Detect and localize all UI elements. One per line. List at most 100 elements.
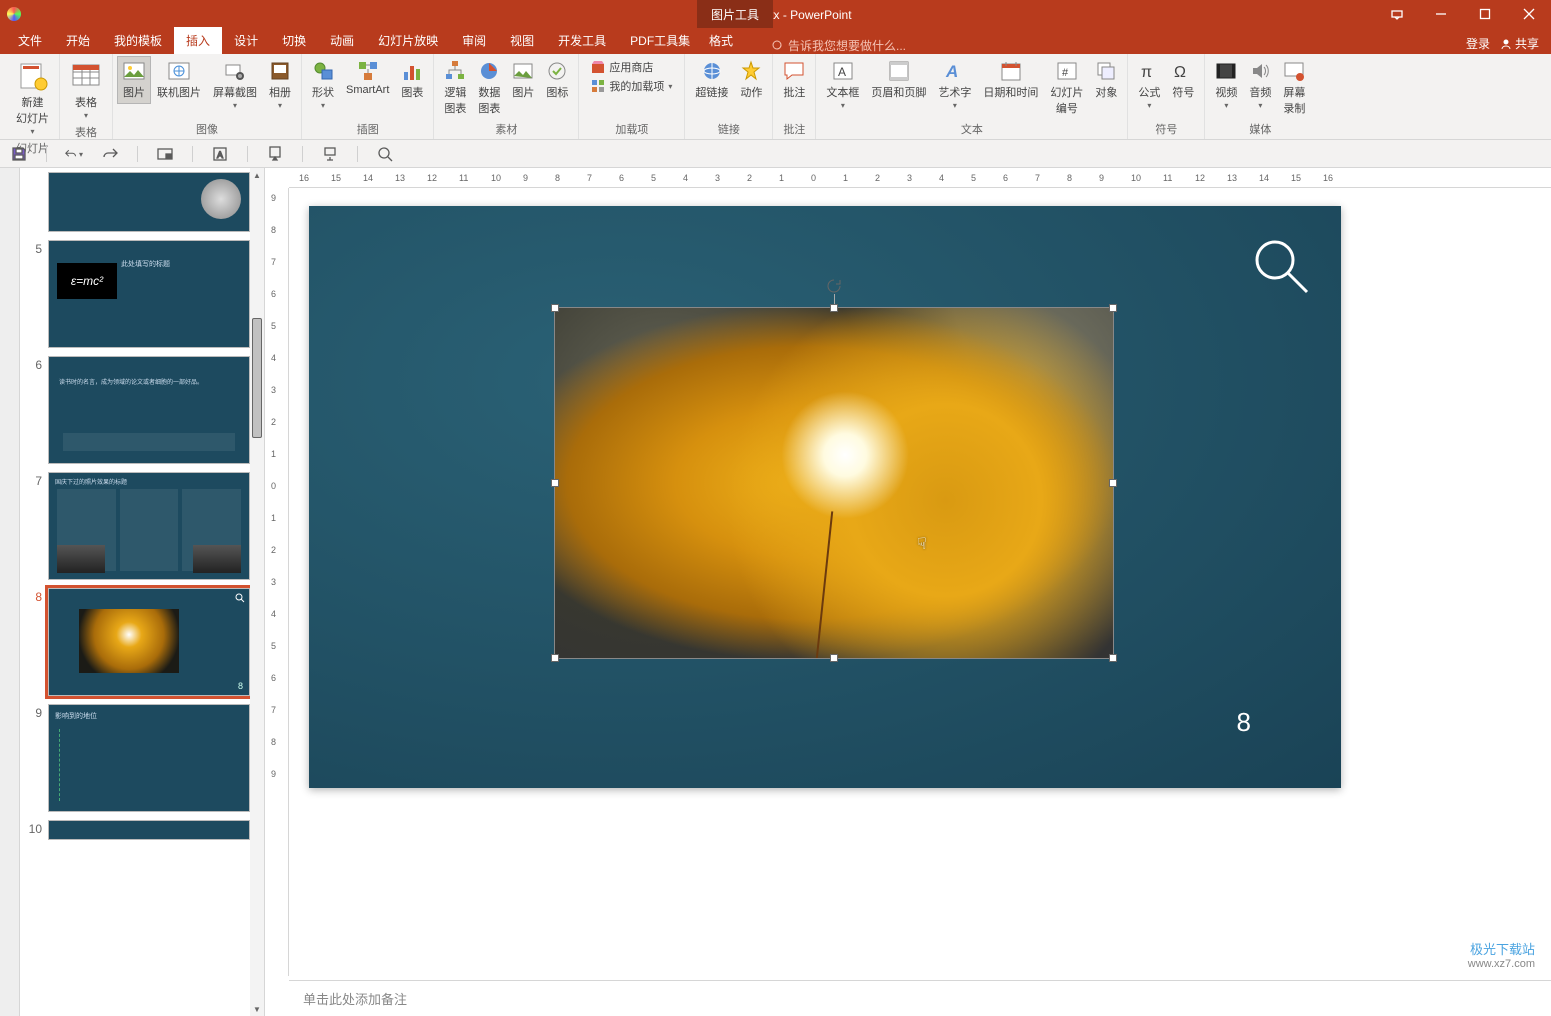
mini-title: 此处填写的标题 (121, 259, 170, 269)
ribbon-display-options[interactable] (1375, 0, 1419, 28)
shapes-button[interactable]: 形状 ▾ (306, 56, 340, 114)
tab-transitions[interactable]: 切换 (270, 27, 318, 54)
slide-canvas[interactable]: 8 ☟ (309, 206, 1341, 788)
table-button[interactable]: 表格 ▾ (64, 56, 108, 124)
pictures-button[interactable]: 图片 (117, 56, 151, 104)
textbox-button[interactable]: A文本框▾ (820, 56, 865, 114)
logic-chart-button[interactable]: 逻辑 图表 (438, 56, 472, 120)
slide-thumbnail[interactable]: 6 读书时的名言，成为领域的论文或者细胞的一部好品。 (24, 356, 250, 464)
dropdown-icon: ▾ (278, 101, 282, 110)
scroll-down-icon[interactable]: ▼ (250, 1002, 264, 1016)
selected-picture-object[interactable]: ☟ (555, 308, 1113, 658)
resize-handle-r[interactable] (1109, 479, 1117, 487)
slide-thumbnail[interactable] (24, 172, 250, 232)
datetime-icon (1000, 60, 1022, 82)
tab-slideshow[interactable]: 幻灯片放映 (366, 27, 450, 54)
slidenumber-button[interactable]: #幻灯片 编号 (1044, 56, 1089, 120)
chart-button[interactable]: 图表 (395, 56, 429, 104)
smartart-button[interactable]: SmartArt (340, 56, 395, 100)
close-button[interactable] (1507, 0, 1551, 28)
tab-review[interactable]: 审阅 (450, 27, 498, 54)
resize-handle-l[interactable] (551, 479, 559, 487)
save-button[interactable] (10, 145, 28, 163)
slide-thumbnail[interactable]: 5 ε=mc²此处填写的标题 (24, 240, 250, 348)
tab-animations[interactable]: 动画 (318, 27, 366, 54)
my-addins-label: 我的加载项 (609, 78, 664, 94)
qat-button-3[interactable] (266, 145, 284, 163)
thumbnails-scrollbar[interactable]: ▲ ▼ (250, 168, 264, 1016)
app-logo (0, 0, 28, 28)
symbol-button[interactable]: Ω符号 (1166, 56, 1200, 104)
share-button[interactable]: 共享 (1494, 33, 1545, 54)
equation-button[interactable]: π公式▾ (1132, 56, 1166, 114)
tab-design[interactable]: 设计 (222, 27, 270, 54)
resize-handle-br[interactable] (1109, 654, 1117, 662)
hyperlink-icon (701, 60, 723, 82)
album-label: 相册 (269, 84, 291, 100)
datetime-button[interactable]: 日期和时间 (977, 56, 1044, 104)
rotation-handle[interactable] (826, 278, 842, 294)
online-pictures-button[interactable]: 联机图片 (151, 56, 207, 104)
dropdown-icon: ▾ (321, 101, 325, 110)
maximize-button[interactable] (1463, 0, 1507, 28)
scrollbar-handle[interactable] (252, 318, 262, 438)
hyperlink-button[interactable]: 超链接 (689, 56, 734, 104)
picture-material-button[interactable]: 图片 (506, 56, 540, 104)
resize-handle-b[interactable] (830, 654, 838, 662)
album-button[interactable]: 相册 ▾ (263, 56, 297, 114)
comment-button[interactable]: 批注 (777, 56, 811, 104)
slide-thumbnail[interactable]: 10 (24, 820, 250, 840)
tab-mytemplates[interactable]: 我的模板 (102, 27, 174, 54)
undo-button[interactable]: ▾ (65, 145, 83, 163)
group-label: 符号 (1132, 121, 1200, 139)
action-button[interactable]: 动作 (734, 56, 768, 104)
minimize-button[interactable] (1419, 0, 1463, 28)
action-icon (740, 60, 762, 82)
icon-material-button[interactable]: 图标 (540, 56, 574, 104)
data-chart-button[interactable]: 数据 图表 (472, 56, 506, 120)
login-link[interactable]: 登录 (1466, 35, 1490, 52)
slide-thumbnail[interactable]: 9 影响到的地位 (24, 704, 250, 812)
qat-button-2[interactable]: A (211, 145, 229, 163)
svg-text:A: A (838, 65, 846, 79)
slide-thumbnail-selected[interactable]: 8 8 (24, 588, 250, 696)
resize-handle-tr[interactable] (1109, 304, 1117, 312)
screen-recording-button[interactable]: 屏幕 录制 (1277, 56, 1311, 120)
slide-number: 5 (24, 240, 42, 348)
slide-thumbnail[interactable]: 7 国庆下过的照片效果的标题 (24, 472, 250, 580)
object-button[interactable]: 对象 (1089, 56, 1123, 104)
tab-format[interactable]: 格式 (697, 27, 745, 54)
wordart-button[interactable]: A艺术字▾ (932, 56, 977, 114)
new-slide-label: 新建 幻灯片 (16, 94, 49, 126)
slide-thumbnails-pane[interactable]: 5 ε=mc²此处填写的标题 6 读书时的名言，成为领域的论文或者细胞的一部好品… (20, 168, 265, 1016)
new-slide-button[interactable]: 新建 幻灯片 ▾ (10, 56, 55, 140)
qat-button-5[interactable] (376, 145, 394, 163)
dropdown-icon: ▾ (30, 127, 34, 136)
store-button[interactable]: 应用商店 (587, 58, 676, 76)
tell-me-search[interactable]: 告诉我您想要做什么... (772, 37, 906, 54)
scroll-up-icon[interactable]: ▲ (250, 168, 264, 182)
notes-pane[interactable]: 单击此处添加备注 (289, 980, 1551, 1016)
tab-file[interactable]: 文件 (6, 27, 54, 54)
resize-handle-t[interactable] (830, 304, 838, 312)
qat-button-4[interactable] (321, 145, 339, 163)
my-addins-button[interactable]: 我的加载项▾ (587, 77, 676, 95)
header-footer-button[interactable]: 页眉和页脚 (865, 56, 932, 104)
tab-insert[interactable]: 插入 (174, 27, 222, 54)
shapes-icon (312, 60, 334, 82)
tab-view[interactable]: 视图 (498, 27, 546, 54)
data-chart-label: 数据 图表 (478, 84, 500, 116)
tab-home[interactable]: 开始 (54, 27, 102, 54)
screenshot-button[interactable]: 屏幕截图 ▾ (207, 56, 263, 114)
resize-handle-bl[interactable] (551, 654, 559, 662)
ribbon-tabs: 文件 开始 我的模板 插入 设计 切换 动画 幻灯片放映 审阅 视图 开发工具 … (0, 28, 1551, 54)
qat-button-1[interactable] (156, 145, 174, 163)
resize-handle-tl[interactable] (551, 304, 559, 312)
dropdown-icon: ▾ (1147, 101, 1151, 110)
redo-button[interactable] (101, 145, 119, 163)
tab-developer[interactable]: 开发工具 (546, 27, 618, 54)
video-button[interactable]: 视频▾ (1209, 56, 1243, 114)
tab-pdftools[interactable]: PDF工具集 (618, 27, 702, 54)
group-media: 视频▾ 音频▾ 屏幕 录制 媒体 (1205, 54, 1315, 139)
audio-button[interactable]: 音频▾ (1243, 56, 1277, 114)
